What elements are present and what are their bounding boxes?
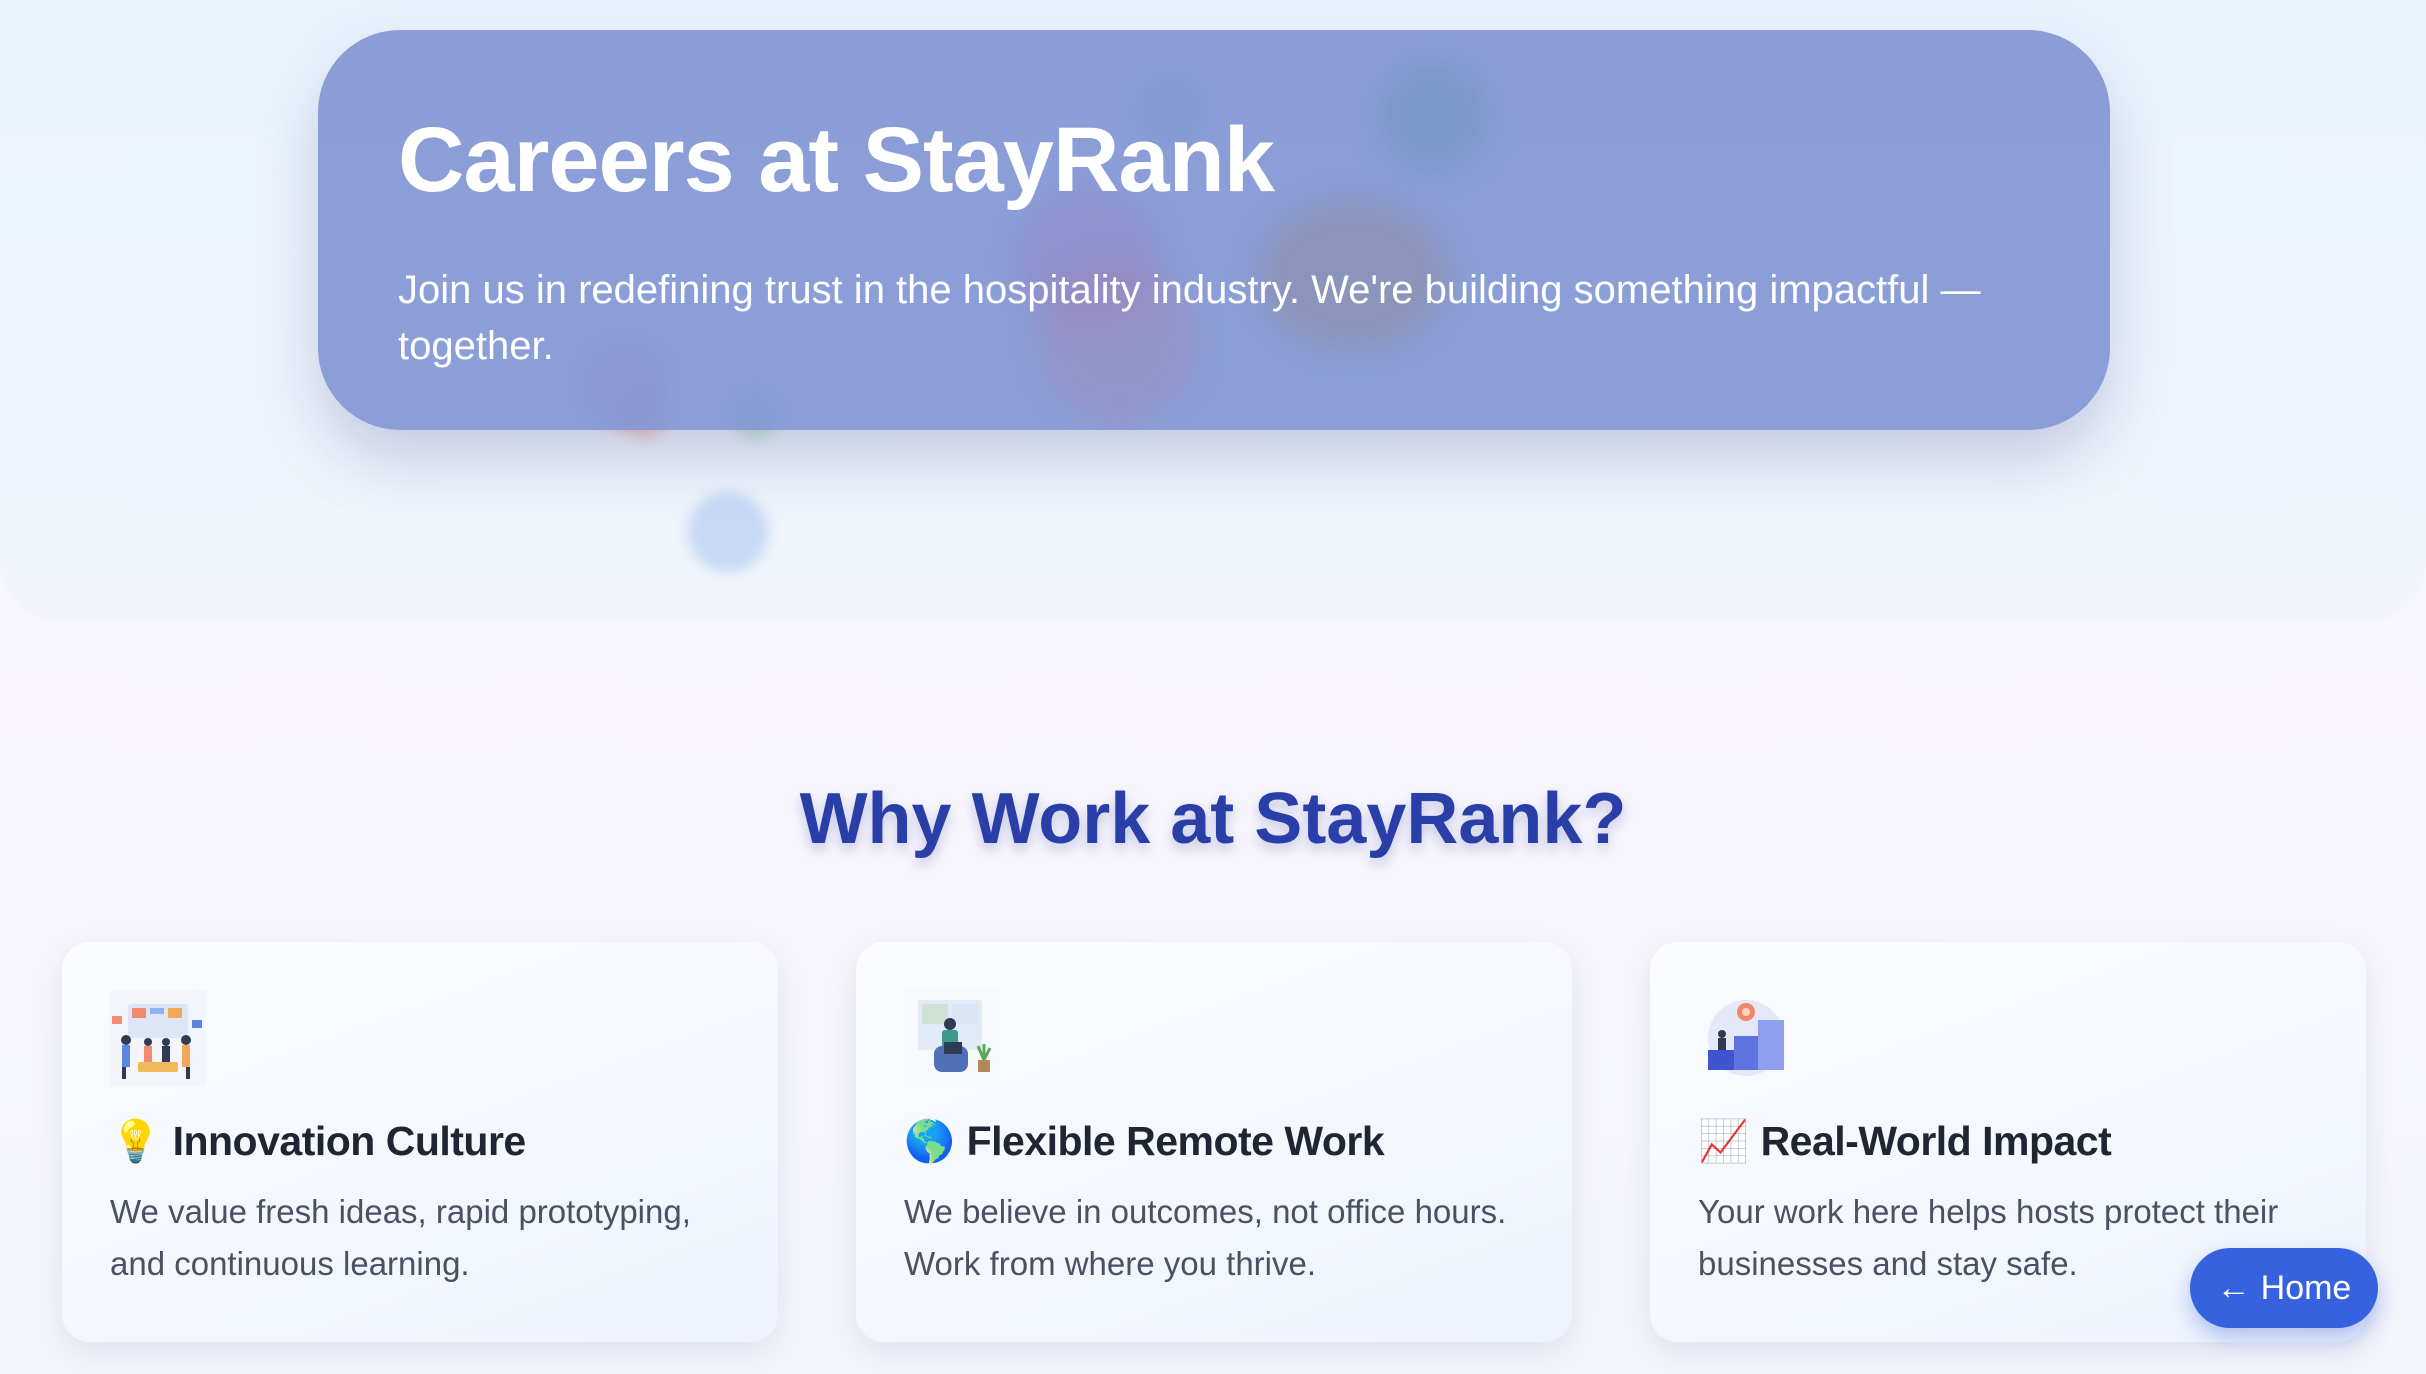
careers-page: Careers at StayRank Join us in redefinin… <box>0 0 2426 1374</box>
card-description: We value fresh ideas, rapid prototyping,… <box>110 1193 691 1282</box>
hero-subtitle: Join us in redefining trust in the hospi… <box>398 268 1981 368</box>
home-button-label: Home <box>2260 1268 2352 1307</box>
lightbulb-icon: 💡 <box>110 1118 161 1164</box>
decorative-bubble <box>688 492 768 572</box>
hero-card: Careers at StayRank Join us in redefinin… <box>318 30 2110 430</box>
growth-steps-illustration <box>1708 1000 1784 1076</box>
card-title-text: Real-World Impact <box>1760 1118 2112 1164</box>
page-title: Careers at StayRank <box>398 109 1275 211</box>
card-title-text: Flexible Remote Work <box>966 1118 1385 1164</box>
card-title-text: Innovation Culture <box>172 1118 527 1164</box>
card-title: 💡 Innovation Culture <box>110 1118 526 1166</box>
benefits-cards: 💡 Innovation Culture We value fresh ideas… <box>62 942 2366 1342</box>
home-button[interactable]: ← Home <box>2190 1248 2378 1328</box>
remote-worker-illustration <box>904 990 1000 1086</box>
arrow-left-icon: ← <box>2216 1268 2251 1307</box>
chart-increasing-icon: 📈 <box>1698 1118 1749 1164</box>
card-description: We believe in outcomes, not office hours… <box>904 1193 1507 1282</box>
card-title: 📈 Real-World Impact <box>1698 1118 2112 1166</box>
benefit-card-remote: 🌎 Flexible Remote Work We believe in outc… <box>856 942 1572 1342</box>
card-title: 🌎 Flexible Remote Work <box>904 1118 1385 1166</box>
benefit-card-innovation: 💡 Innovation Culture We value fresh ideas… <box>62 942 778 1342</box>
globe-icon: 🌎 <box>904 1118 955 1164</box>
section-title: Why Work at StayRank? <box>799 779 1627 859</box>
team-collaboration-illustration <box>110 990 206 1086</box>
decorative-bubble <box>1378 60 1488 170</box>
hero-background: Careers at StayRank Join us in redefinin… <box>0 0 2426 622</box>
